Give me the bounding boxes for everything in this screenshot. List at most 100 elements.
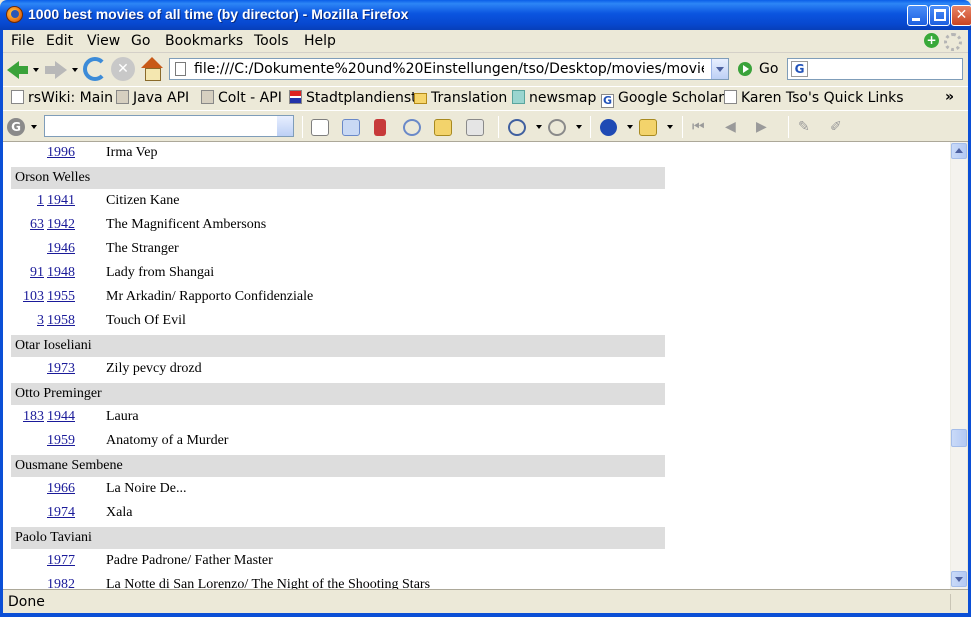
firefox-icon[interactable] [6,6,23,23]
google-search-input[interactable] [44,115,294,137]
menu-help[interactable]: Help [304,33,336,49]
minimize-button[interactable] [907,5,928,26]
add-icon[interactable]: + [924,33,939,48]
hand-dropdown-icon[interactable] [576,125,582,129]
year-link[interactable]: 1941 [47,190,75,212]
year-link[interactable]: 1982 [47,574,75,589]
year-link[interactable]: 1946 [47,238,75,260]
url-history-dropdown-button[interactable] [711,59,728,79]
director-name: Otar Ioseliani [15,338,92,353]
rank-link[interactable]: 103 [23,286,44,308]
year-link[interactable]: 1955 [47,286,75,308]
info-icon[interactable] [600,119,617,136]
bookmarks-overflow-chevron-icon[interactable]: » [945,89,954,105]
magnifier-dropdown-icon[interactable] [536,125,542,129]
news-icon[interactable] [374,119,386,136]
search-engine-icon[interactable]: G [791,61,808,77]
window-titlebar[interactable]: 1000 best movies of all time (by directo… [0,0,971,30]
maximize-icon [934,9,946,21]
year-link[interactable]: 1974 [47,502,75,524]
scroll-thumb[interactable] [951,429,967,447]
menu-tools[interactable]: Tools [254,33,289,49]
highlight-icon[interactable] [466,119,484,136]
year-link[interactable]: 1944 [47,406,75,428]
back-button[interactable] [6,57,30,81]
folder-dropdown-icon[interactable] [667,125,673,129]
year-link[interactable]: 1958 [47,310,75,332]
film-row: 1 1941 Citizen Kane [11,190,665,214]
bookmark-label: Stadtplandienst [306,90,417,106]
info-dropdown-icon[interactable] [627,125,633,129]
newsmap-icon [512,90,525,104]
bookmark-quick-links[interactable]: Karen Tso's Quick Links [724,90,904,106]
go-button-label[interactable]: Go [759,61,778,77]
menu-edit[interactable]: Edit [46,33,73,49]
flag-icon [289,90,302,104]
magnifier-icon[interactable] [508,119,526,136]
director-header-row: Otto Preminger [11,383,665,405]
film-title: Xala [106,505,133,520]
film-title: Laura [106,409,139,424]
menu-bookmarks[interactable]: Bookmarks [165,33,243,49]
rank-link[interactable]: 183 [23,406,44,428]
search-input[interactable]: G [787,58,963,80]
stop-button[interactable]: ✕ [111,57,135,81]
book-icon[interactable] [434,119,452,136]
vertical-scrollbar[interactable] [950,142,967,589]
year-link[interactable]: 1948 [47,262,75,284]
bookmark-java-api[interactable]: Java API [116,90,189,106]
google-menu-dropdown-icon[interactable] [31,125,37,129]
year-link[interactable]: 1973 [47,358,75,380]
window-frame-bottom [0,613,971,617]
year-link[interactable]: 1977 [47,550,75,572]
folder-icon [414,93,427,104]
status-text: Done [8,594,45,610]
close-button[interactable]: ✕ [951,5,971,26]
resize-grip-icon[interactable] [950,594,964,610]
hand-icon[interactable] [548,119,566,136]
bookmark-label: newsmap [529,90,597,106]
bookmarks-toolbar: rsWiki: Main Java API Colt - API Stadtpl… [0,86,971,110]
back-history-dropdown-icon[interactable] [33,68,39,72]
comment-icon[interactable] [403,119,421,136]
year-link[interactable]: 1942 [47,214,75,236]
bookmark-colt-api[interactable]: Colt - API [201,90,282,106]
director-name: Orson Welles [15,170,91,185]
previous-icon[interactable]: ◀ [725,119,743,136]
bookmark-google-scholar[interactable]: G Google Scholar [601,90,724,108]
folder-open-icon[interactable] [639,119,657,136]
rank-link[interactable]: 91 [30,262,44,284]
bookmark-rswiki[interactable]: rsWiki: Main [11,90,113,106]
reload-button[interactable] [83,57,107,81]
google-logo-icon[interactable]: G [7,118,25,136]
google-search-icon[interactable] [311,119,329,136]
next-icon[interactable]: ▶ [756,119,774,136]
rank-link[interactable]: 1 [37,190,44,212]
go-icon[interactable] [738,62,752,76]
home-button[interactable] [140,57,164,81]
bookmark-label: Colt - API [218,90,282,106]
rank-link[interactable]: 63 [30,214,44,236]
url-text[interactable]: file:///C:/Dokumente%20und%20Einstellung… [194,61,704,77]
site-search-icon[interactable] [342,119,360,136]
year-link[interactable]: 1996 [47,142,75,164]
year-link[interactable]: 1966 [47,478,75,500]
year-link[interactable]: 1959 [47,430,75,452]
menu-file[interactable]: File [11,33,34,49]
forward-button[interactable] [44,57,68,81]
first-page-icon[interactable]: ⏮ [692,119,710,136]
bookmark-folder-translation[interactable]: Translation [414,90,507,106]
forward-history-dropdown-icon[interactable] [72,68,78,72]
scroll-down-button[interactable] [951,571,967,587]
eraser-icon[interactable]: ✐ [830,119,848,136]
pen-icon[interactable]: ✎ [798,119,816,136]
bookmark-newsmap[interactable]: newsmap [512,90,596,106]
scroll-up-button[interactable] [951,143,967,159]
rank-link[interactable]: 3 [37,310,44,332]
menu-view[interactable]: View [87,33,120,49]
bookmark-stadtplandienst[interactable]: Stadtplandienst [289,90,417,106]
maximize-button[interactable] [929,5,950,26]
close-icon: ✕ [955,7,968,23]
address-bar[interactable]: file:///C:/Dokumente%20und%20Einstellung… [169,58,729,80]
menu-go[interactable]: Go [131,33,150,49]
